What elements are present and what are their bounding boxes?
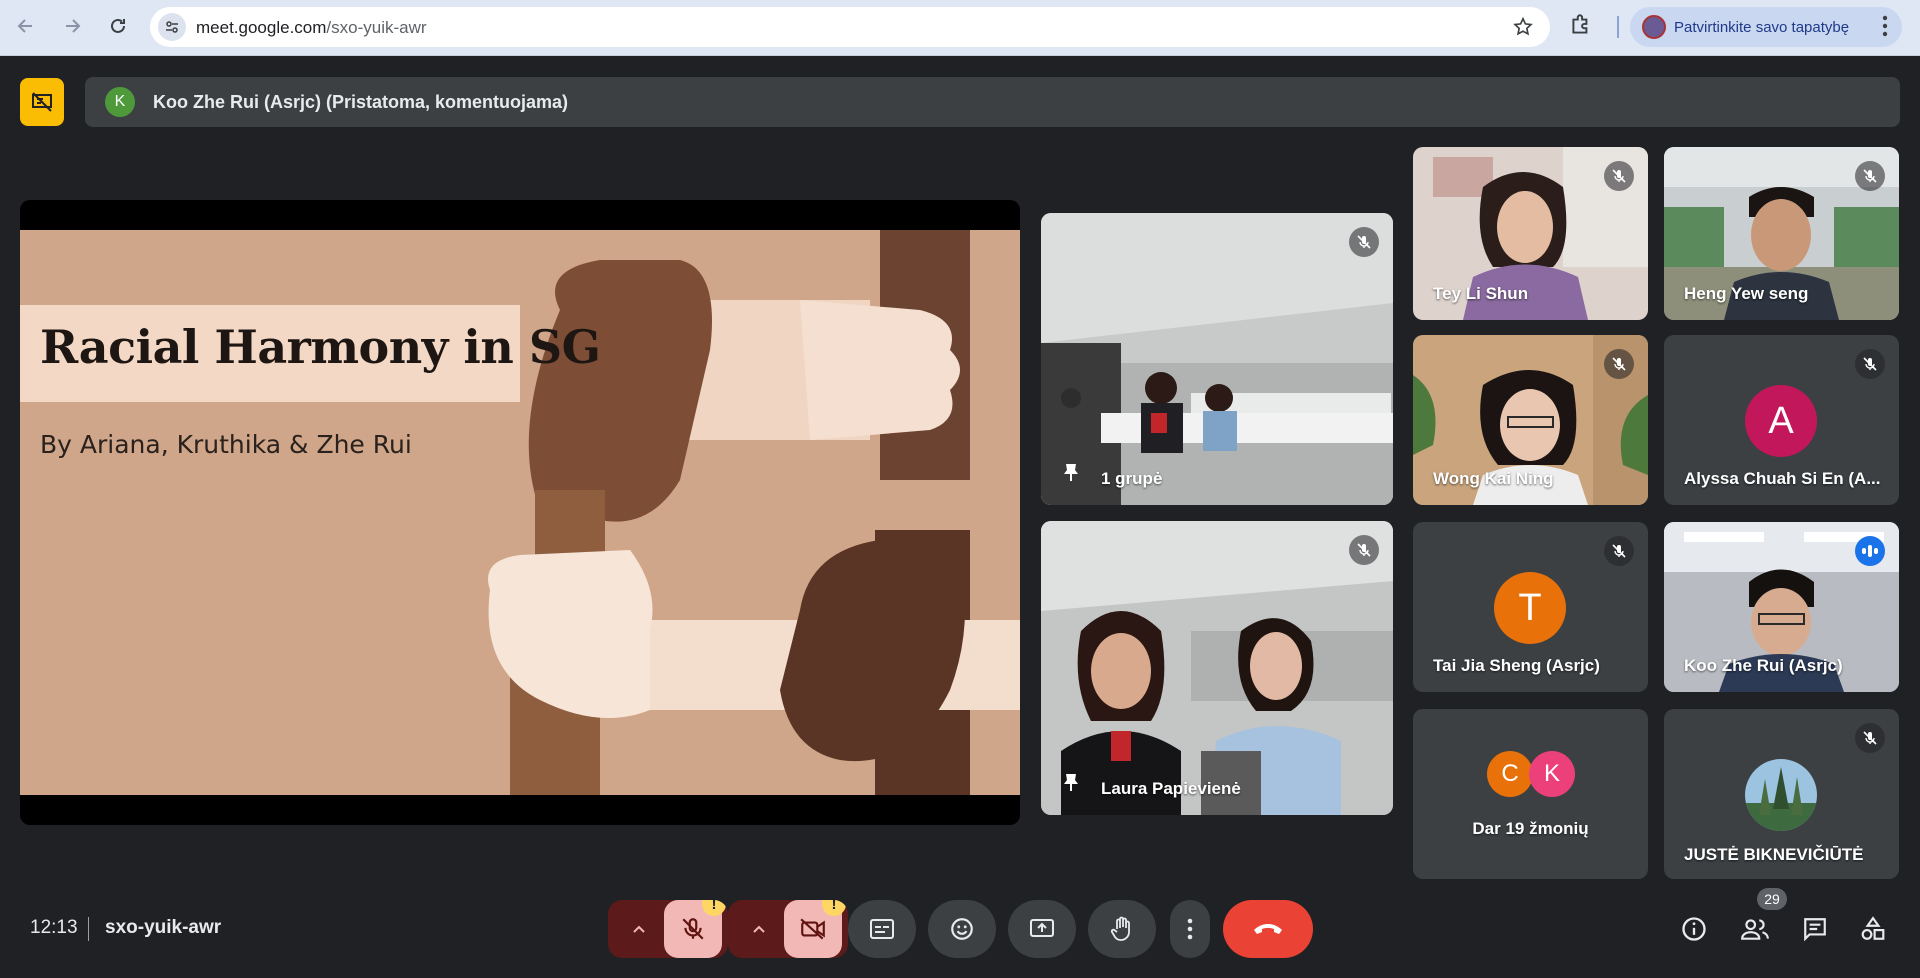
participant-name: Wong Kai Ning — [1433, 469, 1554, 488]
meeting-details-button[interactable] — [1677, 912, 1711, 946]
presentation-stage[interactable]: Racial Harmony in SG By Ariana, Kruthika… — [20, 200, 1020, 825]
participant-avatar: C — [1487, 751, 1533, 797]
microphone-control: ! — [608, 900, 728, 958]
muted-mic-icon — [1855, 723, 1885, 753]
bookmark-star-icon[interactable] — [1512, 16, 1534, 43]
participant-tile[interactable]: Koo Zhe Rui (Asrjc) — [1664, 522, 1899, 692]
slide-title: Racial Harmony in SG — [40, 320, 601, 374]
participant-name: Tai Jia Sheng (Asrjc) — [1433, 656, 1600, 675]
presenter-label: Koo Zhe Rui (Asrjc) (Pristatoma, komentu… — [153, 91, 569, 112]
meeting-code: sxo-yuik-awr — [105, 917, 222, 938]
profile-label: Patvirtinkite savo tapatybę — [1674, 18, 1850, 36]
captions-icon — [870, 919, 894, 939]
participant-tile[interactable]: A Alyssa Chuah Si En (A... — [1664, 335, 1899, 505]
muted-mic-icon — [1604, 349, 1634, 379]
extensions-icon[interactable] — [1568, 12, 1594, 43]
participant-avatar — [1745, 759, 1817, 831]
reactions-button[interactable] — [928, 900, 996, 958]
participant-count-badge: 29 — [1757, 888, 1787, 910]
camera-warning-badge: ! — [822, 900, 846, 916]
bottom-divider — [88, 917, 89, 941]
participant-tile[interactable]: Laura Papievienė — [1041, 521, 1393, 815]
raise-hand-button[interactable] — [1088, 900, 1156, 958]
muted-mic-icon — [1855, 161, 1885, 191]
participant-name: Tey Li Shun — [1433, 284, 1529, 303]
hand-icon — [1110, 916, 1130, 941]
participant-name: JUSTĖ BIKNEVIČIŪTĖ — [1684, 845, 1864, 864]
camera-toggle-button[interactable]: ! — [784, 900, 846, 958]
more-options-button[interactable] — [1170, 900, 1210, 958]
presentation-slide: Racial Harmony in SG By Ariana, Kruthika… — [20, 230, 1020, 795]
video-options-chevron-icon[interactable] — [734, 900, 784, 958]
meeting-clock: 12:13 — [30, 917, 78, 938]
participant-avatar: A — [1745, 385, 1817, 457]
muted-mic-icon — [1604, 161, 1634, 191]
emoji-icon — [951, 918, 973, 940]
chat-icon — [1804, 918, 1826, 942]
presenting-indicator-icon[interactable] — [20, 78, 64, 126]
toolbar-divider — [1617, 16, 1619, 38]
microphone-toggle-button[interactable]: ! — [664, 900, 726, 958]
people-button[interactable] — [1738, 912, 1772, 946]
participant-tile[interactable]: 1 grupė — [1041, 213, 1393, 505]
camera-off-icon — [800, 918, 825, 940]
audio-options-chevron-icon[interactable] — [614, 900, 664, 958]
forward-icon[interactable] — [56, 10, 88, 42]
info-icon — [1682, 917, 1706, 941]
site-settings-icon[interactable] — [158, 13, 186, 41]
chat-button[interactable] — [1798, 912, 1832, 946]
participant-name: Koo Zhe Rui (Asrjc) — [1684, 656, 1843, 675]
activities-button[interactable] — [1856, 912, 1890, 946]
participant-name: Laura Papievienė — [1101, 779, 1241, 798]
presenter-banner: K Koo Zhe Rui (Asrjc) (Pristatoma, komen… — [85, 77, 1900, 127]
participant-tile[interactable]: Heng Yew seng — [1664, 147, 1899, 320]
more-vert-icon — [1187, 918, 1193, 940]
muted-mic-icon — [1855, 349, 1885, 379]
others-count-label: Dar 19 žmonių — [1472, 819, 1589, 838]
slide-subtitle: By Ariana, Kruthika & Zhe Rui — [40, 430, 412, 459]
address-bar[interactable]: meet.google.com/sxo-yuik-awr — [150, 7, 1550, 47]
participant-tile[interactable]: Wong Kai Ning — [1413, 335, 1648, 505]
activities-icon — [1861, 916, 1885, 940]
presenter-avatar: K — [105, 87, 135, 117]
participant-tile[interactable]: T Tai Jia Sheng (Asrjc) — [1413, 522, 1648, 692]
mic-off-icon — [682, 918, 704, 940]
leave-call-button[interactable] — [1223, 900, 1313, 958]
participant-video — [1041, 521, 1393, 815]
profile-button[interactable]: Patvirtinkite savo tapatybę — [1630, 7, 1902, 47]
reload-icon[interactable] — [102, 10, 134, 42]
profile-avatar — [1642, 15, 1666, 39]
pin-icon[interactable] — [1063, 772, 1079, 797]
muted-mic-icon — [1349, 535, 1379, 565]
pin-icon[interactable] — [1063, 462, 1079, 487]
back-icon[interactable] — [10, 10, 42, 42]
muted-mic-icon — [1604, 536, 1634, 566]
end-call-icon — [1254, 924, 1282, 934]
url-text: meet.google.com/sxo-yuik-awr — [196, 18, 427, 37]
browser-toolbar: meet.google.com/sxo-yuik-awr Patvirtinki… — [0, 0, 1920, 56]
participant-name: Alyssa Chuah Si En (A... — [1684, 469, 1881, 488]
mic-warning-badge: ! — [702, 900, 726, 916]
participant-tile[interactable]: Tey Li Shun — [1413, 147, 1648, 320]
present-icon — [1030, 919, 1054, 937]
participant-name: Heng Yew seng — [1684, 284, 1809, 303]
participant-name: 1 grupė — [1101, 469, 1163, 488]
participant-tile[interactable]: JUSTĖ BIKNEVIČIŪTĖ — [1664, 709, 1899, 879]
participant-avatar: T — [1494, 572, 1566, 644]
people-icon — [1741, 919, 1769, 940]
muted-mic-icon — [1349, 227, 1379, 257]
clasped-hands-illustration — [488, 230, 1020, 795]
others-tile[interactable]: C K Dar 19 žmonių — [1413, 709, 1648, 879]
participant-avatar: K — [1529, 751, 1575, 797]
captions-button[interactable] — [848, 900, 916, 958]
browser-menu-icon[interactable] — [1882, 14, 1888, 43]
classroom-video — [1041, 213, 1393, 505]
speaking-indicator-icon — [1855, 536, 1885, 566]
camera-control: ! — [728, 900, 848, 958]
present-screen-button[interactable] — [1008, 900, 1076, 958]
